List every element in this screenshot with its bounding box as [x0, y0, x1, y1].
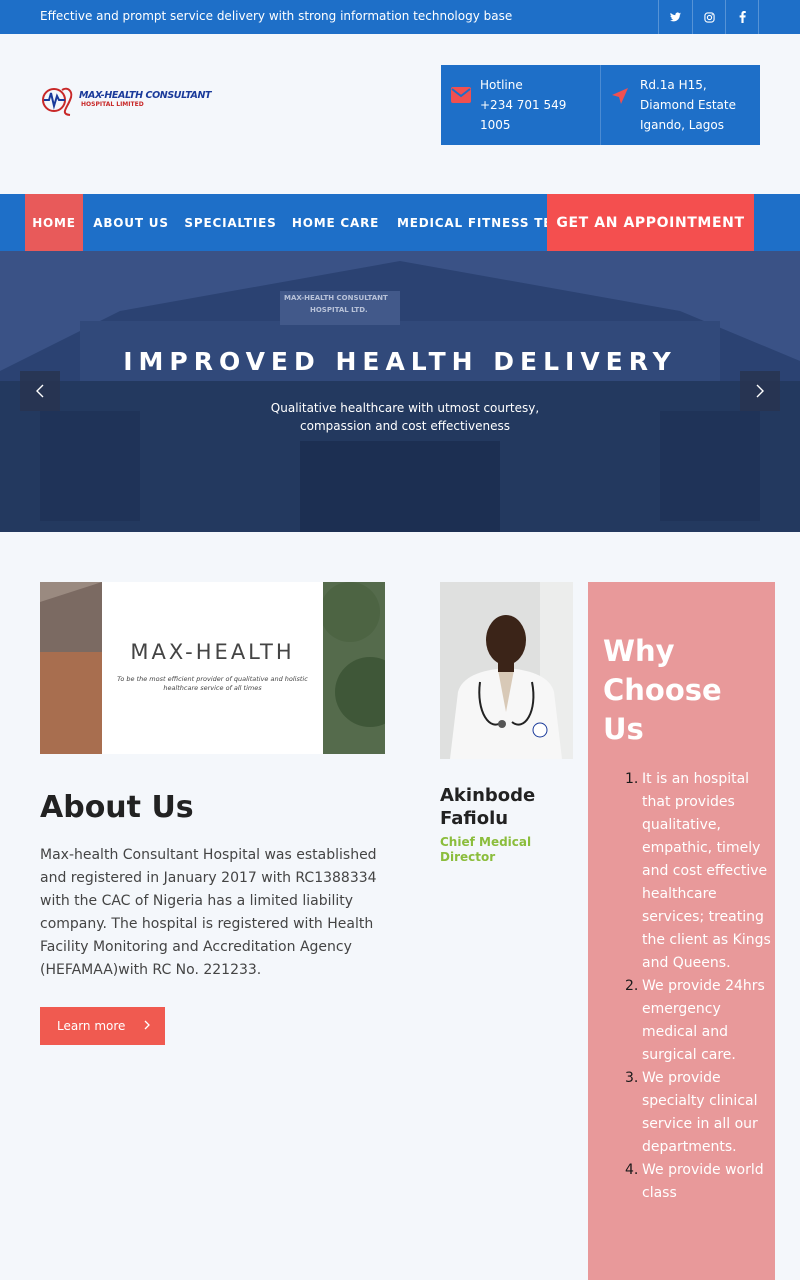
envelope-icon — [451, 87, 471, 107]
doctor-role-line-1: Chief Medical — [440, 835, 532, 849]
hero-subtitle-line-1: Qualitative healthcare with utmost court… — [270, 401, 540, 415]
site-logo[interactable]: MAX-HEALTH CONSULTANT HOSPITAL LIMITED — [40, 84, 212, 118]
why-choose-us-title: Why Choose Us — [603, 634, 722, 746]
about-image-tagline-2: healthcare service of all times — [163, 684, 262, 692]
chevron-right-icon — [756, 384, 764, 398]
hero-slider: MAX-HEALTH CONSULTANT HOSPITAL LTD. IMPR… — [0, 251, 800, 532]
instagram-icon[interactable] — [692, 0, 726, 34]
list-number: 1. — [625, 771, 639, 787]
nav-specialties[interactable]: SPECIALTIES — [184, 194, 275, 251]
slider-next-button[interactable] — [740, 371, 780, 411]
list-item-text: We provide world class — [642, 1162, 764, 1201]
learn-more-button[interactable]: Learn more — [40, 1007, 165, 1045]
nav-medical-fitness-test[interactable]: MEDICAL FITNESS TEST — [397, 194, 547, 251]
hero-sign-line-1: MAX-HEALTH CONSULTANT — [284, 294, 388, 302]
doctor-role: Chief Medical Director — [440, 835, 580, 865]
twitter-icon[interactable] — [658, 0, 692, 34]
why-choose-us-panel: Why Choose Us 1. It is an hospital that p… — [588, 582, 775, 1280]
nav-home[interactable]: HOME — [25, 194, 83, 251]
hero-background-image — [0, 251, 800, 532]
list-item-text: We provide specialty clinical service in… — [642, 1070, 758, 1155]
about-image-tagline: To be the most efficient provider of qua… — [102, 675, 323, 693]
hotline-number[interactable]: +234 701 549 — [480, 95, 566, 115]
address-line-2: Diamond Estate — [640, 98, 736, 112]
about-text: Max-health Consultant Hospital was estab… — [40, 847, 377, 978]
hotline-label: Hotline — [480, 78, 523, 92]
about-image-title: MAX-HEALTH — [130, 640, 295, 664]
contact-info-box: Hotline +234 701 549 1005 Rd.1a H15, Dia… — [441, 65, 760, 145]
about-image-tagline-1: To be the most efficient provider of qua… — [117, 675, 308, 683]
why-choose-us-list: 1. It is an hospital that provides qualit… — [603, 768, 773, 1205]
location-arrow-icon — [611, 87, 631, 107]
top-tagline: Effective and prompt service delivery wi… — [40, 9, 513, 23]
about-image: MAX-HEALTH To be the most efficient prov… — [40, 582, 385, 754]
facebook-icon[interactable] — [725, 0, 759, 34]
hotline-number-cont[interactable]: 1005 — [480, 115, 566, 135]
nav-home-care[interactable]: HOME CARE — [292, 194, 378, 251]
hero-title: IMPROVED HEALTH DELIVERY — [123, 347, 677, 376]
list-number: 4. — [625, 1162, 639, 1178]
slider-prev-button[interactable] — [20, 371, 60, 411]
top-bar: Effective and prompt service delivery wi… — [0, 0, 800, 34]
address-line-3: Igando, Lagos — [640, 118, 724, 132]
doctor-first-name: Akinbode — [440, 785, 536, 806]
doctor-photo — [440, 582, 573, 759]
chevron-left-icon — [36, 384, 44, 398]
list-item-text: It is an hospital that provides qualitat… — [642, 771, 771, 971]
main-nav: HOME ABOUT US SPECIALTIES HOME CARE MEDI… — [0, 194, 800, 251]
hero-subtitle-line-2: compassion and cost effectiveness — [300, 419, 510, 433]
nav-about-us[interactable]: ABOUT US — [93, 194, 168, 251]
doctor-role-line-2: Director — [440, 850, 496, 864]
hotline-block: Hotline +234 701 549 1005 — [441, 65, 600, 145]
site-header: MAX-HEALTH CONSULTANT HOSPITAL LIMITED H… — [0, 34, 800, 194]
list-item: 4. We provide world class — [603, 1159, 773, 1205]
list-number: 2. — [625, 978, 639, 994]
chevron-right-icon — [144, 1020, 150, 1030]
doctor-last-name: Fafiolu — [440, 808, 509, 829]
list-item: 1. It is an hospital that provides qualit… — [603, 768, 773, 975]
address-block: Rd.1a H15, Diamond Estate Igando, Lagos — [600, 65, 759, 145]
list-item: 3. We provide specialty clinical service … — [603, 1067, 773, 1159]
list-item-text: We provide 24hrs emergency medical and s… — [642, 978, 765, 1063]
list-item: 2. We provide 24hrs emergency medical and… — [603, 975, 773, 1067]
hero-sign-line-2: HOSPITAL LTD. — [310, 306, 368, 314]
get-appointment-button[interactable]: GET AN APPOINTMENT — [547, 194, 754, 251]
logo-text: MAX-HEALTH CONSULTANT — [79, 90, 212, 101]
list-number: 3. — [625, 1070, 639, 1086]
logo-subtext: HOSPITAL LIMITED — [81, 101, 144, 108]
about-title: About Us — [40, 790, 194, 825]
doctor-name: Akinbode Fafiolu — [440, 784, 580, 830]
hero-subtitle: Qualitative healthcare with utmost court… — [250, 399, 560, 435]
learn-more-label: Learn more — [57, 1019, 126, 1033]
address-line-1: Rd.1a H15, — [640, 78, 707, 92]
